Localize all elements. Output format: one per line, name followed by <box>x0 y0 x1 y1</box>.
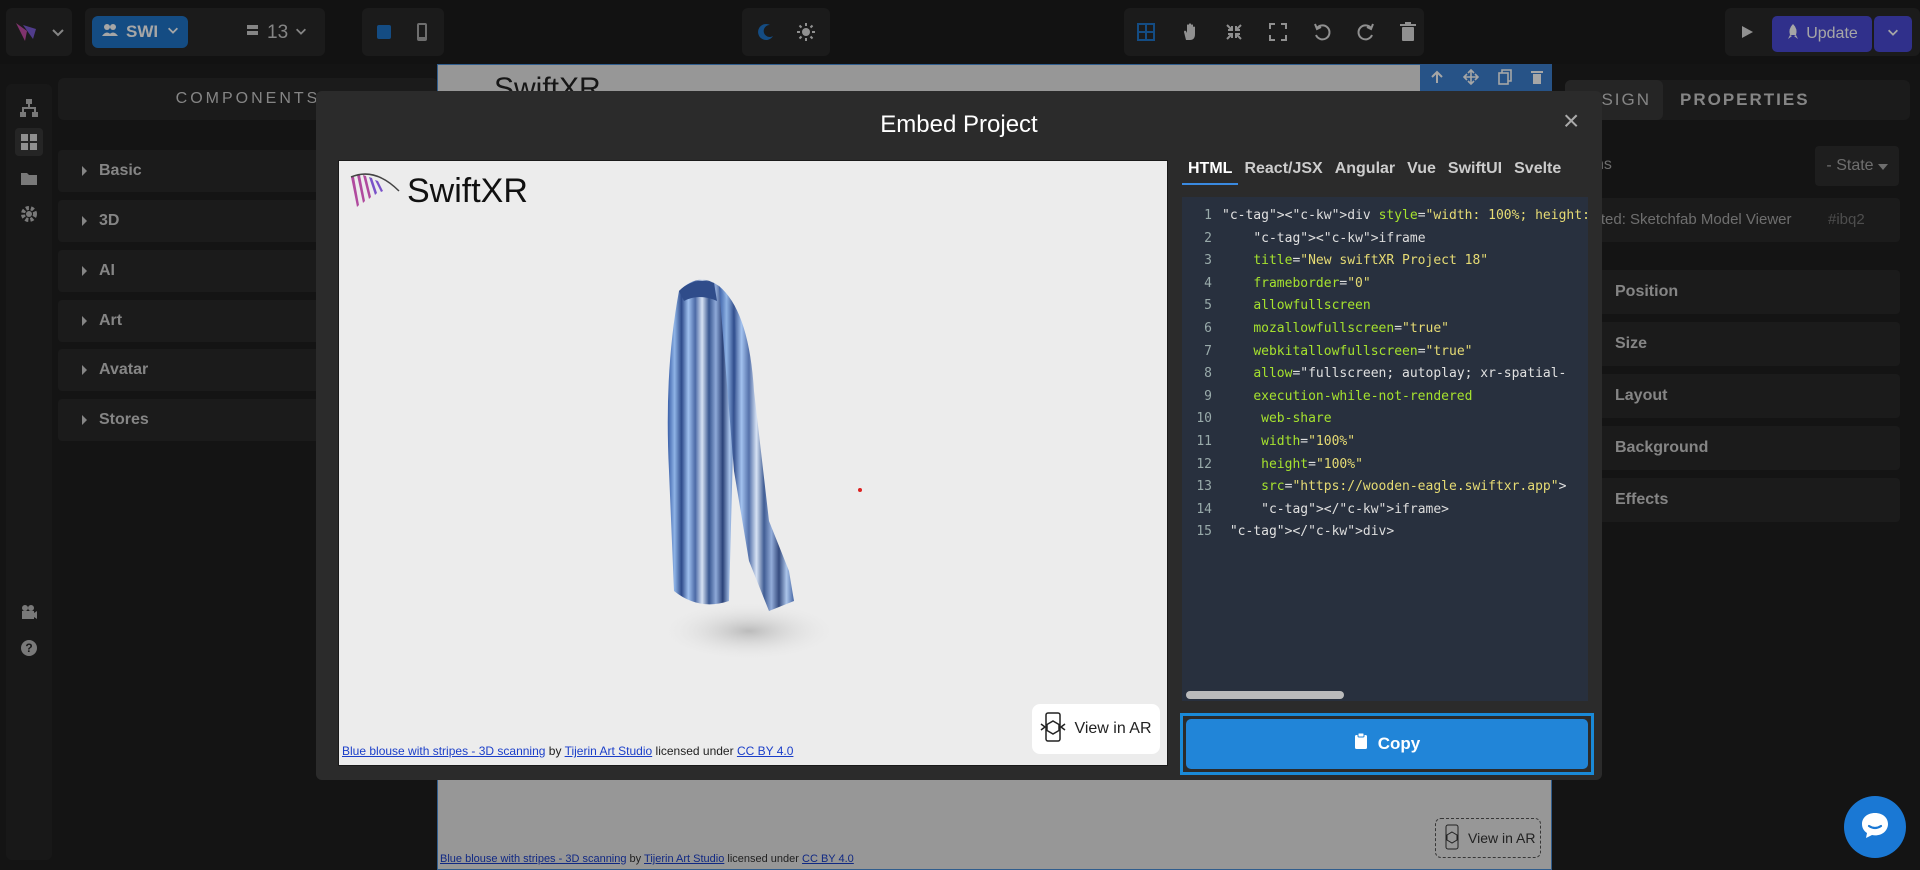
line-number: 2 <box>1204 230 1212 246</box>
brand-text: SwiftXR <box>407 171 528 210</box>
view-in-ar-label: View in AR <box>1074 720 1152 737</box>
code-text: "c-tag"><"c-kw">iframe <box>1253 230 1426 246</box>
tab-vue[interactable]: Vue <box>1401 153 1442 185</box>
line-number: 14 <box>1196 501 1212 517</box>
line-number: 4 <box>1204 275 1212 291</box>
line-number: 1 <box>1204 208 1212 223</box>
licensed-text: licensed under <box>655 744 734 758</box>
tab-svelte[interactable]: Svelte <box>1508 153 1567 185</box>
code-text: execution-while-not-rendered <box>1253 388 1473 404</box>
line-number: 7 <box>1204 343 1212 359</box>
code-text: "c-tag"></"c-kw">div> <box>1229 524 1395 540</box>
view-in-ar-button[interactable]: View in AR <box>1032 704 1160 754</box>
line-number: 15 <box>1196 524 1212 540</box>
author-link[interactable]: Tijerin Art Studio <box>565 744 653 758</box>
code-text: allowfullscreen <box>1253 298 1371 314</box>
code-text: height="100%" <box>1261 456 1363 472</box>
line-number: 5 <box>1204 298 1212 314</box>
code-text: title="New swiftXR Project 18" <box>1253 253 1489 269</box>
copy-button[interactable]: Copy <box>1186 719 1588 769</box>
horizontal-scrollbar[interactable] <box>1186 691 1344 699</box>
hotspot-dot <box>858 488 862 492</box>
embed-code-panel: HTML React/JSX Angular Vue SwiftUI Svelt… <box>1182 153 1588 778</box>
embed-preview[interactable]: SwiftXR View in AR Blue blouse with stri… <box>338 160 1168 766</box>
model-link[interactable]: Blue blouse with stripes - 3D scanning <box>342 744 545 758</box>
clipboard-icon <box>1354 732 1368 755</box>
line-number: 6 <box>1204 321 1212 336</box>
chat-icon <box>1860 811 1890 844</box>
preview-attribution: Blue blouse with stripes - 3D scanning b… <box>342 744 793 758</box>
modal-title: Embed Project <box>880 111 1038 138</box>
close-icon[interactable]: × <box>1563 105 1579 137</box>
code-text: allow="fullscreen; autoplay; xr-spatial- <box>1253 366 1567 382</box>
swiftxr-logo: SwiftXR <box>349 171 528 211</box>
copy-button-focus-ring: Copy <box>1180 713 1594 775</box>
tab-swiftui[interactable]: SwiftUI <box>1442 153 1508 185</box>
line-number: 3 <box>1204 253 1212 269</box>
shirt-model[interactable] <box>639 271 839 671</box>
chat-support-button[interactable] <box>1844 796 1906 858</box>
line-number: 12 <box>1196 456 1212 472</box>
line-number: 10 <box>1196 411 1212 427</box>
code-text: width="100%" <box>1261 434 1356 449</box>
code-text: webkitallowfullscreen="true" <box>1253 343 1473 359</box>
ar-icon <box>1040 711 1066 747</box>
framework-tabs: HTML React/JSX Angular Vue SwiftUI Svelt… <box>1182 153 1567 185</box>
code-text: frameborder="0" <box>1253 275 1371 291</box>
code-text: "c-tag"><"c-kw">div style="width: 100%; … <box>1222 208 1588 223</box>
tab-html[interactable]: HTML <box>1182 153 1239 185</box>
line-number: 8 <box>1204 366 1212 382</box>
code-editor[interactable]: 1 "c-tag"><"c-kw">div style="width: 100%;… <box>1182 197 1588 701</box>
code-text: src="https://wooden-eagle.swiftxr.app"> <box>1261 479 1567 495</box>
copy-label: Copy <box>1377 734 1421 753</box>
swiftxr-logo-icon <box>350 173 400 207</box>
code-text: "c-tag"></"c-kw">iframe> <box>1261 501 1450 517</box>
code-text: web-share <box>1261 411 1332 427</box>
tab-angular[interactable]: Angular <box>1329 153 1401 185</box>
by-text: by <box>548 744 562 758</box>
code-text: mozallowfullscreen="true" <box>1253 321 1449 336</box>
line-number: 9 <box>1204 388 1212 404</box>
tab-react-jsx[interactable]: React/JSX <box>1238 153 1328 185</box>
line-number: 11 <box>1196 434 1212 449</box>
line-number: 13 <box>1196 479 1212 495</box>
license-link[interactable]: CC BY 4.0 <box>737 744 793 758</box>
embed-project-modal: Embed Project × SwiftXR View in AR Blue … <box>316 91 1602 780</box>
